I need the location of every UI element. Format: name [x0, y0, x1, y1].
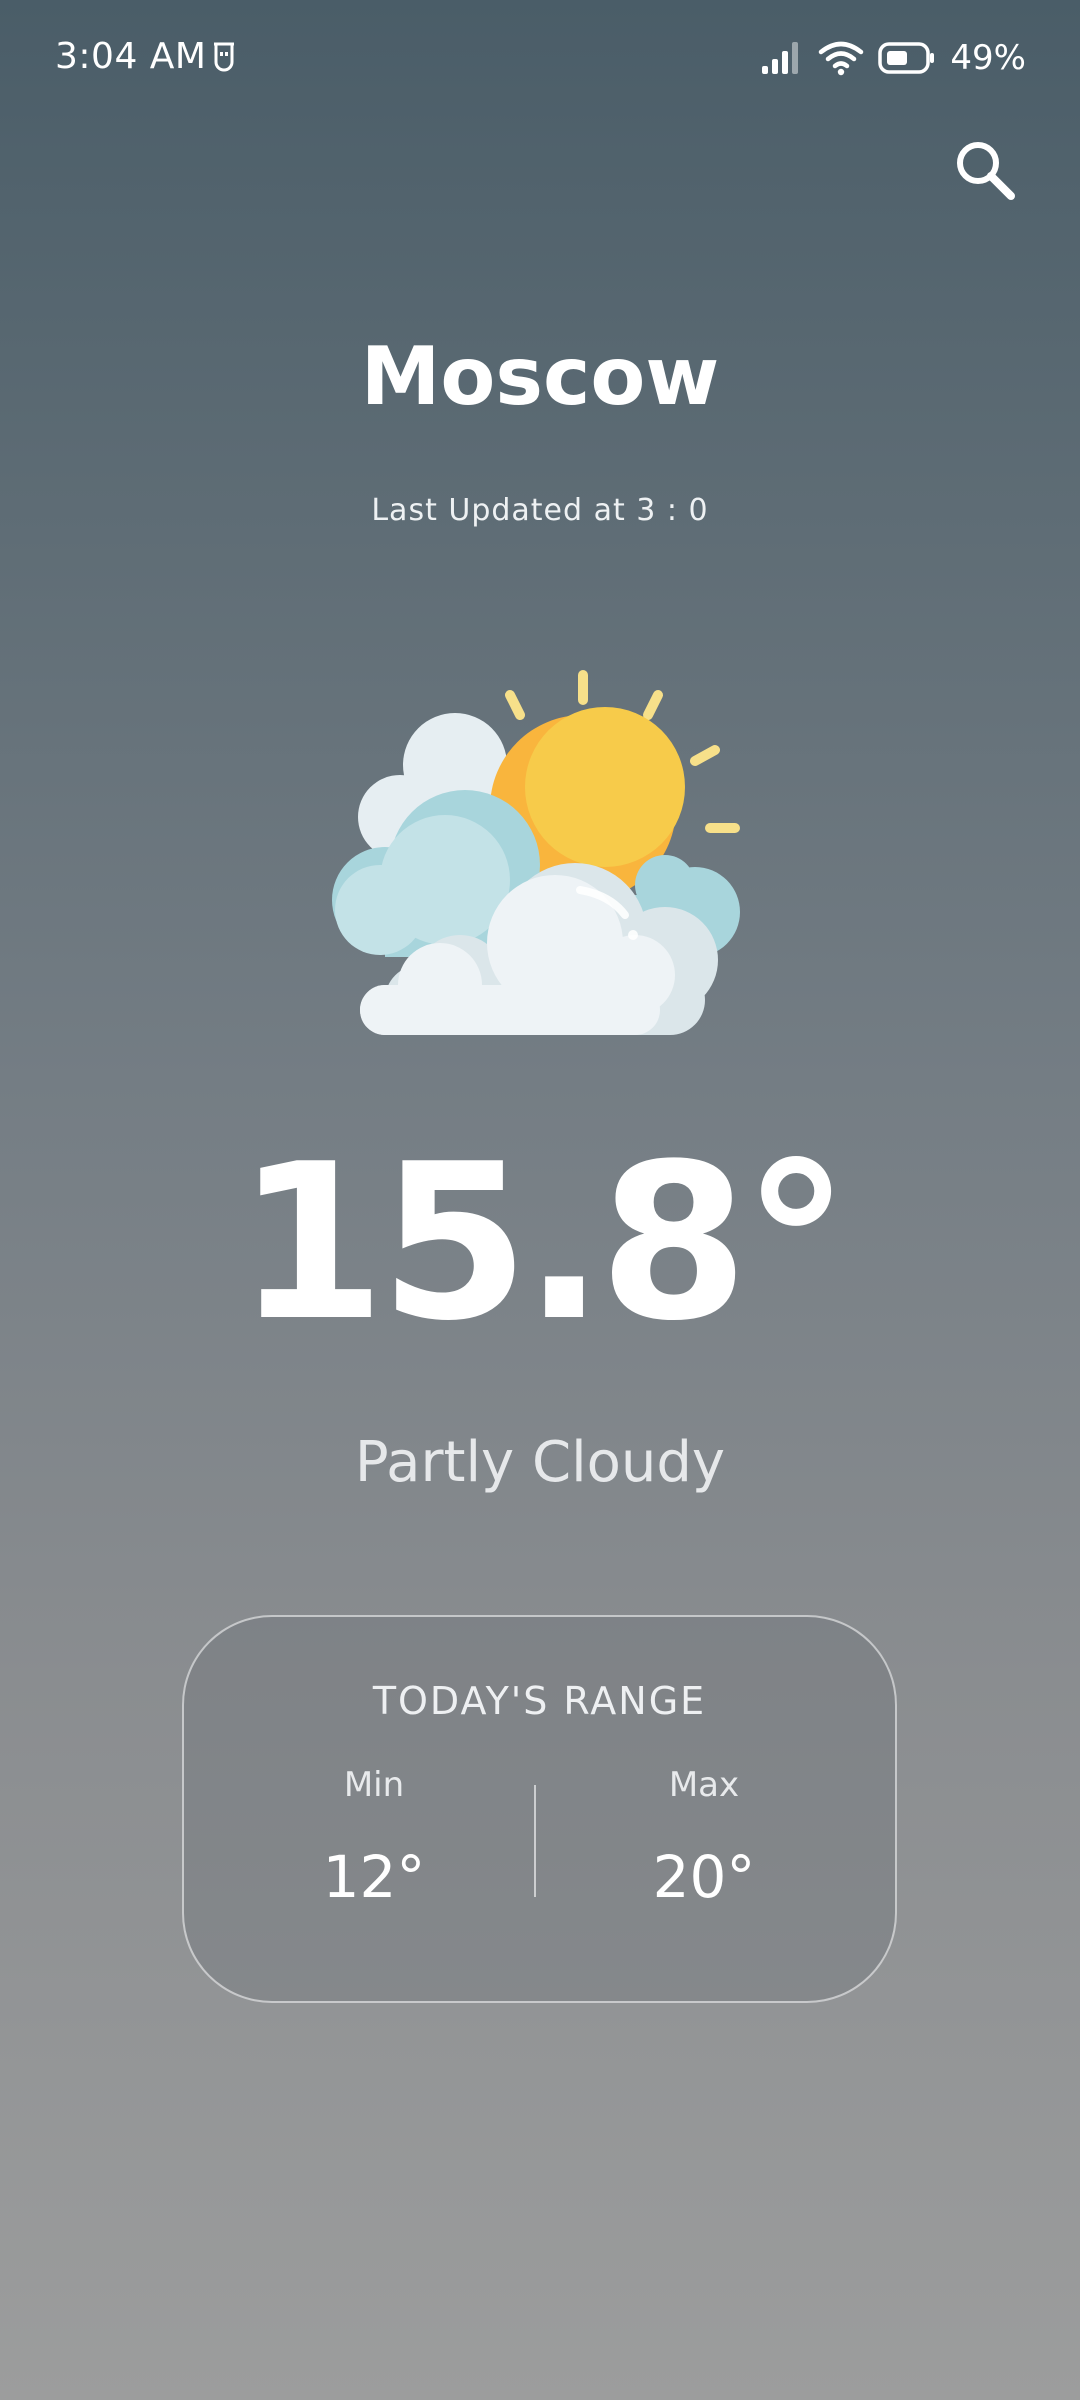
- battery-icon: [878, 42, 935, 74]
- status-time: 3:04 AM: [55, 36, 207, 77]
- max-label: Max: [668, 1765, 740, 1805]
- wifi-icon: [819, 41, 864, 76]
- min-temp-column: Min 12°: [254, 1765, 494, 1911]
- min-label: Min: [343, 1765, 405, 1805]
- min-value: 12°: [322, 1843, 426, 1911]
- signal-icon: [762, 42, 799, 74]
- battery-percent: 49%: [950, 38, 1026, 78]
- range-divider: [534, 1785, 536, 1897]
- range-title: TODAY'S RANGE: [372, 1679, 707, 1723]
- todays-range-card: TODAY'S RANGE Min 12° Max 20°: [182, 1615, 897, 2003]
- status-right-group: 49%: [760, 36, 1026, 80]
- weather-condition: Partly Cloudy: [354, 1430, 726, 1495]
- notification-icon: [214, 42, 234, 72]
- max-temp-column: Max 20°: [584, 1765, 824, 1911]
- search-icon: [957, 142, 1015, 200]
- search-button[interactable]: [945, 130, 1025, 210]
- city-title: Moscow: [360, 330, 720, 423]
- current-temperature: 15.8°: [236, 1117, 850, 1368]
- partly-cloudy-icon: [332, 670, 740, 1035]
- status-bar: 3:04 AM 49%: [0, 0, 1080, 120]
- max-value: 20°: [652, 1843, 756, 1911]
- last-updated-text: Last Updated at 3 : 0: [371, 493, 709, 528]
